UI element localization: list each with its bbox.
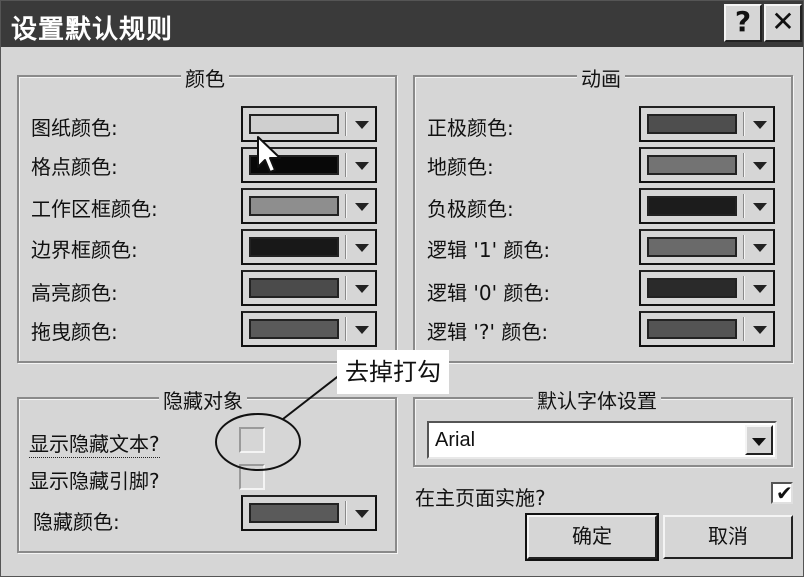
chevron-down-icon <box>355 162 369 170</box>
color-swatch <box>249 155 339 175</box>
hidden-color-label: 隐藏颜色: <box>33 510 120 534</box>
negative-color-label: 负极颜色: <box>427 197 514 221</box>
annotation-callout: 去掉打勾 <box>337 350 449 394</box>
default-rules-dialog: 设置默认规则 ? ✕ 颜色 图纸颜色: 格点颜色: 工作区框颜色: 边界框颜色:… <box>0 0 804 577</box>
picker-divider <box>743 194 745 218</box>
show-hidden-pins-label: 显示隐藏引脚? <box>29 469 160 493</box>
hidden-color-picker[interactable] <box>241 495 377 531</box>
color-swatch <box>647 155 737 175</box>
color-swatch <box>647 319 737 339</box>
logic-unknown-color-picker[interactable] <box>639 311 775 347</box>
chevron-down-icon <box>753 121 767 129</box>
picker-divider <box>345 276 347 300</box>
picker-divider <box>743 112 745 136</box>
positive-color-label: 正极颜色: <box>427 116 514 140</box>
ground-color-label: 地颜色: <box>427 155 494 179</box>
chevron-down-icon <box>753 244 767 252</box>
font-select[interactable]: Arial <box>427 421 777 459</box>
color-swatch <box>647 196 737 216</box>
default-font-legend: 默认字体设置 <box>533 385 661 414</box>
chevron-down-icon <box>355 244 369 252</box>
dialog-title: 设置默认规则 <box>11 15 174 45</box>
picker-divider <box>743 153 745 177</box>
color-swatch <box>249 196 339 216</box>
close-icon: ✕ <box>771 5 795 38</box>
border-color-picker[interactable] <box>241 229 377 265</box>
picker-divider <box>743 317 745 341</box>
border-color-label: 边界框颜色: <box>31 238 138 262</box>
colors-group-legend: 颜色 <box>181 63 229 92</box>
color-swatch <box>647 114 737 134</box>
picker-divider <box>345 235 347 259</box>
positive-color-picker[interactable] <box>639 106 775 142</box>
picker-divider <box>345 317 347 341</box>
hidden-objects-legend: 隐藏对象 <box>159 385 247 414</box>
picker-divider <box>345 194 347 218</box>
help-icon: ? <box>734 5 752 38</box>
color-swatch <box>249 114 339 134</box>
picker-divider <box>743 276 745 300</box>
logic-1-color-label: 逻辑 '1' 颜色: <box>427 238 551 262</box>
logic-unknown-color-label: 逻辑 '?' 颜色: <box>427 320 549 344</box>
drag-color-label: 拖曳颜色: <box>31 320 118 344</box>
chevron-down-icon <box>355 285 369 293</box>
color-swatch <box>647 237 737 257</box>
show-hidden-pins-checkbox[interactable] <box>239 464 265 490</box>
show-hidden-text-label[interactable]: 显示隐藏文本? <box>29 428 160 458</box>
sheet-color-label: 图纸颜色: <box>31 116 118 140</box>
chevron-down-icon <box>753 285 767 293</box>
ground-color-picker[interactable] <box>639 147 775 183</box>
picker-divider <box>345 501 347 525</box>
color-swatch <box>249 319 339 339</box>
color-swatch <box>249 503 339 523</box>
animation-group-legend: 动画 <box>577 63 625 92</box>
chevron-down-icon <box>753 326 767 334</box>
highlight-color-label: 高亮颜色: <box>31 281 118 305</box>
ok-button[interactable]: 确定 <box>525 513 659 561</box>
sheet-color-picker[interactable] <box>241 106 377 142</box>
drag-color-picker[interactable] <box>241 311 377 347</box>
apply-main-page-label: 在主页面实施? <box>415 486 546 510</box>
highlight-color-picker[interactable] <box>241 270 377 306</box>
chevron-down-icon <box>355 203 369 211</box>
chevron-down-icon <box>753 203 767 211</box>
picker-divider <box>743 235 745 259</box>
negative-color-picker[interactable] <box>639 188 775 224</box>
chevron-down-icon <box>753 162 767 170</box>
checkmark-icon: ✔ <box>776 481 793 505</box>
chevron-down-icon <box>355 326 369 334</box>
workspace-frame-color-picker[interactable] <box>241 188 377 224</box>
logic-0-color-picker[interactable] <box>639 270 775 306</box>
cancel-button[interactable]: 取消 <box>663 515 793 559</box>
grid-color-label: 格点颜色: <box>31 155 118 179</box>
apply-main-page-checkbox[interactable]: ✔ <box>771 481 793 505</box>
color-swatch <box>249 237 339 257</box>
picker-divider <box>345 153 347 177</box>
close-button[interactable]: ✕ <box>764 4 802 42</box>
show-hidden-text-checkbox[interactable] <box>239 427 265 453</box>
grid-color-picker[interactable] <box>241 147 377 183</box>
chevron-down-icon <box>355 121 369 129</box>
font-select-dropdown-button[interactable] <box>745 425 773 455</box>
workspace-frame-color-label: 工作区框颜色: <box>31 197 158 221</box>
font-select-value: Arial <box>435 429 476 451</box>
color-swatch <box>249 278 339 298</box>
logic-1-color-picker[interactable] <box>639 229 775 265</box>
chevron-down-icon <box>355 510 369 518</box>
color-swatch <box>647 278 737 298</box>
chevron-down-icon <box>752 438 766 446</box>
logic-0-color-label: 逻辑 '0' 颜色: <box>427 281 551 305</box>
title-bar: 设置默认规则 ? ✕ <box>1 1 803 47</box>
picker-divider <box>345 112 347 136</box>
help-button[interactable]: ? <box>724 4 762 42</box>
